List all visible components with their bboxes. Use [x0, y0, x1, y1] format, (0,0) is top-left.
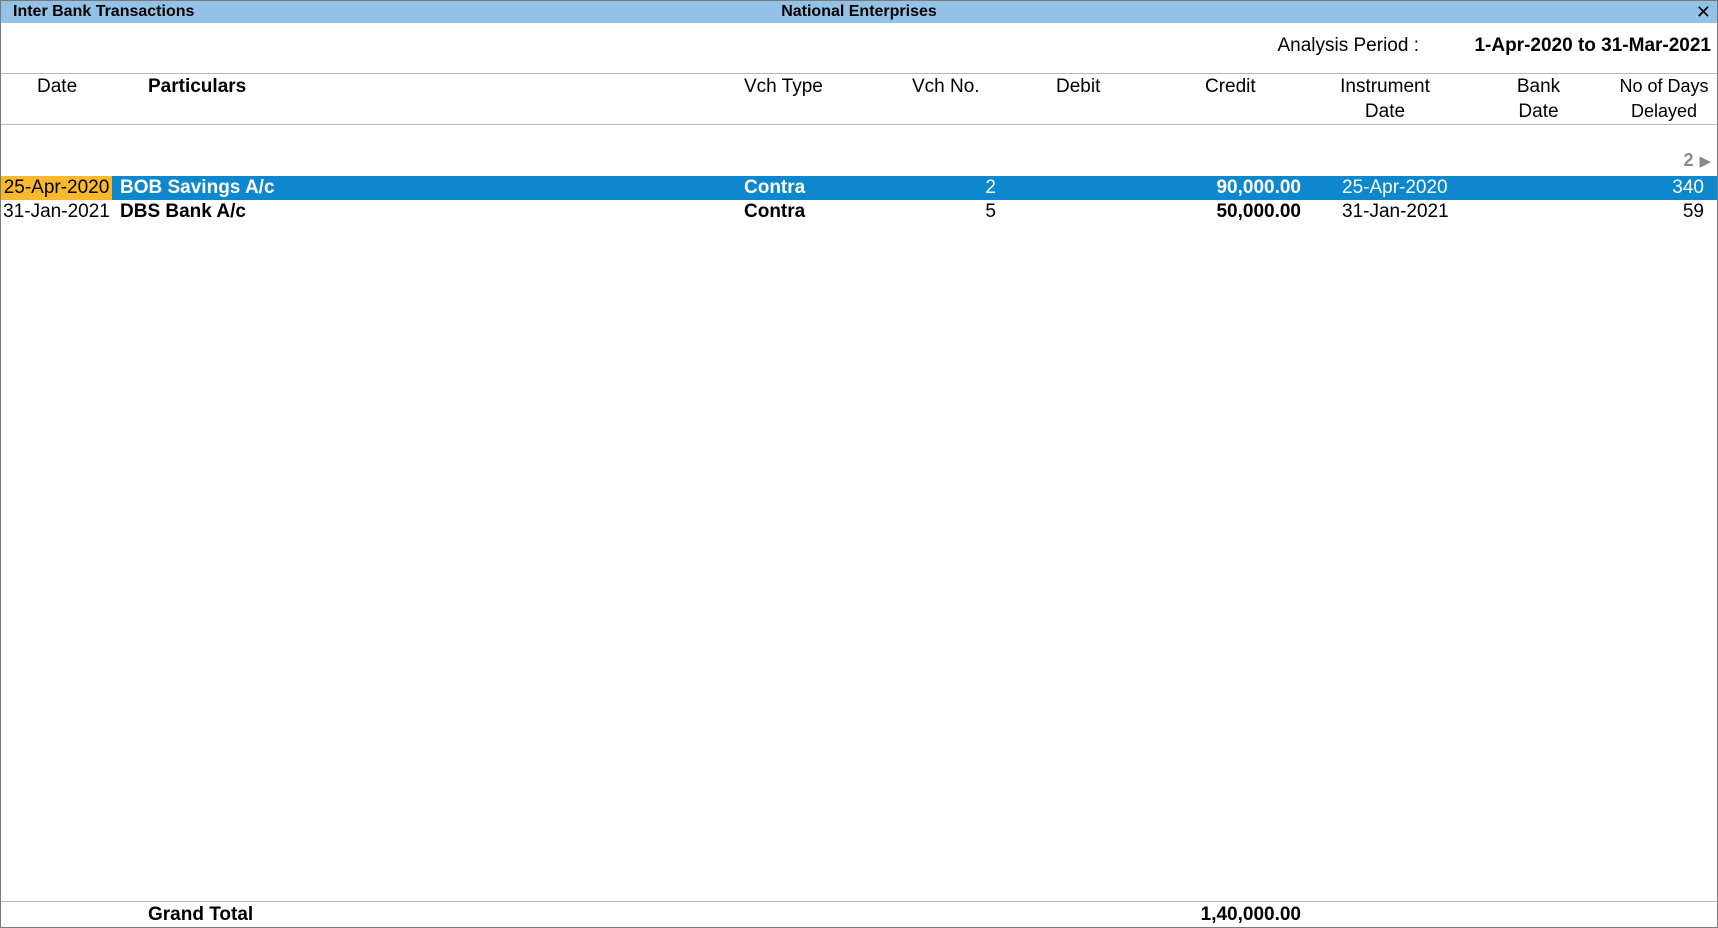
row-instrument-date: 31-Jan-2021: [1342, 201, 1449, 222]
row-particulars: BOB Savings A/c: [120, 177, 275, 198]
col-debit: Debit: [1056, 76, 1101, 97]
analysis-period-label: Analysis Period :: [1277, 35, 1419, 56]
col-bank-date: Bank Date: [1501, 74, 1576, 124]
row-credit: 90,000.00: [1216, 177, 1301, 198]
row-date: 25-Apr-2020: [1, 176, 112, 200]
row-days-delayed: 340: [1672, 177, 1704, 198]
row-vch-type: Contra: [744, 201, 806, 222]
table-row[interactable]: 25-Apr-2020 BOB Savings A/c Contra 2 90,…: [1, 176, 1717, 200]
col-instrument-date-line1: Instrument: [1340, 76, 1430, 97]
page-number: 2: [1683, 150, 1694, 170]
col-bank-date-line1: Bank: [1516, 76, 1561, 97]
table-row[interactable]: 31-Jan-2021 DBS Bank A/c Contra 5 50,000…: [1, 200, 1717, 224]
row-days-delayed: 59: [1682, 201, 1704, 222]
row-credit: 50,000.00: [1216, 201, 1301, 222]
row-vch-no: 2: [985, 177, 996, 198]
col-instrument-date: Instrument Date: [1331, 74, 1439, 124]
title-bar: Inter Bank Transactions National Enterpr…: [1, 1, 1717, 23]
grand-total-label: Grand Total: [148, 904, 254, 925]
col-days-delayed-line2: Delayed: [1630, 101, 1698, 121]
analysis-period-value[interactable]: 1-Apr-2020 to 31-Mar-2021: [1474, 35, 1711, 57]
col-days-delayed: No of Days Delayed: [1615, 74, 1713, 124]
grand-total-credit: 1,40,000.00: [1200, 904, 1301, 925]
close-icon[interactable]: ✕: [1696, 1, 1711, 23]
company-name: National Enterprises: [781, 3, 937, 20]
header-top-divider: [1, 73, 1717, 74]
row-particulars: DBS Bank A/c: [120, 201, 246, 222]
footer-divider: [1, 901, 1717, 902]
row-date: 31-Jan-2021: [3, 201, 110, 222]
row-vch-no: 5: [985, 201, 996, 222]
col-particulars: Particulars: [148, 76, 247, 97]
col-instrument-date-line2: Date: [1364, 101, 1406, 122]
col-vch-type: Vch Type: [744, 76, 823, 97]
page-indicator: 2 ▶: [1683, 150, 1711, 171]
col-date: Date: [37, 76, 78, 97]
col-days-delayed-line1: No of Days: [1619, 76, 1709, 96]
col-vch-no: Vch No.: [912, 76, 980, 97]
header-bottom-divider: [1, 124, 1717, 125]
report-window: Inter Bank Transactions National Enterpr…: [0, 0, 1718, 928]
row-vch-type: Contra: [744, 177, 806, 198]
analysis-period: Analysis Period : 1-Apr-2020 to 31-Mar-2…: [1, 35, 1717, 59]
grand-total-row: Grand Total 1,40,000.00: [1, 903, 1717, 927]
col-credit: Credit: [1205, 76, 1256, 97]
row-instrument-date: 25-Apr-2020: [1342, 177, 1448, 198]
next-page-icon[interactable]: ▶: [1699, 153, 1711, 170]
col-bank-date-line2: Date: [1518, 101, 1559, 122]
